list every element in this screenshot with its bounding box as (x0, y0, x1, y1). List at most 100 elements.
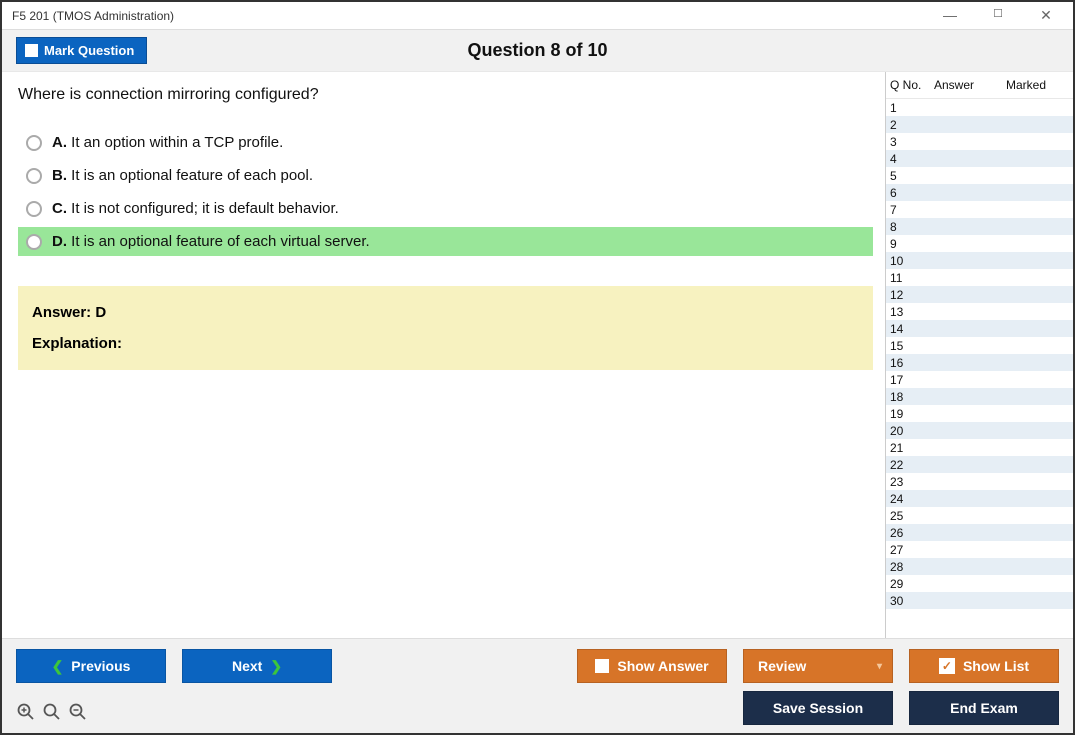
checkbox-icon (25, 44, 38, 57)
option-d[interactable]: D. It is an optional feature of each vir… (18, 227, 873, 256)
end-exam-label: End Exam (950, 700, 1018, 716)
qno-cell: 10 (890, 254, 934, 268)
next-button[interactable]: Next ❯ (182, 649, 332, 683)
list-item[interactable]: 22 (886, 456, 1073, 473)
options-list: A. It an option within a TCP profile. B. … (18, 128, 873, 260)
qno-cell: 29 (890, 577, 934, 591)
question-counter: Question 8 of 10 (467, 40, 607, 61)
list-item[interactable]: 8 (886, 218, 1073, 235)
list-item[interactable]: 14 (886, 320, 1073, 337)
qno-cell: 12 (890, 288, 934, 302)
maximize-icon[interactable]: ☐ (983, 7, 1013, 24)
side-list[interactable]: 1234567891011121314151617181920212223242… (886, 99, 1073, 638)
list-item[interactable]: 5 (886, 167, 1073, 184)
list-item[interactable]: 27 (886, 541, 1073, 558)
list-item[interactable]: 12 (886, 286, 1073, 303)
list-item[interactable]: 7 (886, 201, 1073, 218)
qno-cell: 28 (890, 560, 934, 574)
answer-box: Answer: D Explanation: (18, 286, 873, 370)
list-item[interactable]: 17 (886, 371, 1073, 388)
option-c[interactable]: C. It is not configured; it is default b… (18, 194, 873, 223)
list-item[interactable]: 4 (886, 150, 1073, 167)
minimize-icon[interactable]: — (935, 7, 965, 24)
review-dropdown[interactable]: Review ▾ (743, 649, 893, 683)
qno-cell: 14 (890, 322, 934, 336)
titlebar: F5 201 (TMOS Administration) — ☐ ✕ (2, 2, 1073, 30)
list-item[interactable]: 25 (886, 507, 1073, 524)
qno-cell: 17 (890, 373, 934, 387)
main-panel: Where is connection mirroring configured… (2, 72, 885, 638)
list-item[interactable]: 1 (886, 99, 1073, 116)
list-item[interactable]: 2 (886, 116, 1073, 133)
list-item[interactable]: 30 (886, 592, 1073, 609)
option-label: A. It an option within a TCP profile. (52, 134, 283, 151)
option-label: D. It is an optional feature of each vir… (52, 233, 370, 250)
previous-button[interactable]: ❮ Previous (16, 649, 166, 683)
list-item[interactable]: 29 (886, 575, 1073, 592)
end-exam-button[interactable]: End Exam (909, 691, 1059, 725)
qno-cell: 3 (890, 135, 934, 149)
window-title: F5 201 (TMOS Administration) (12, 9, 174, 23)
mark-question-button[interactable]: Mark Question (16, 37, 147, 64)
list-item[interactable]: 9 (886, 235, 1073, 252)
app-window: F5 201 (TMOS Administration) — ☐ ✕ Mark … (0, 0, 1075, 735)
list-item[interactable]: 26 (886, 524, 1073, 541)
list-item[interactable]: 11 (886, 269, 1073, 286)
qno-cell: 6 (890, 186, 934, 200)
header-marked: Marked (1006, 78, 1066, 92)
qno-cell: 9 (890, 237, 934, 251)
radio-icon[interactable] (26, 201, 42, 217)
qno-cell: 1 (890, 101, 934, 115)
option-b[interactable]: B. It is an optional feature of each poo… (18, 161, 873, 190)
option-a[interactable]: A. It an option within a TCP profile. (18, 128, 873, 157)
show-list-label: Show List (963, 658, 1029, 674)
list-item[interactable]: 16 (886, 354, 1073, 371)
list-item[interactable]: 23 (886, 473, 1073, 490)
qno-cell: 30 (890, 594, 934, 608)
list-item[interactable]: 3 (886, 133, 1073, 150)
radio-icon[interactable] (26, 135, 42, 151)
list-item[interactable]: 18 (886, 388, 1073, 405)
explanation-line: Explanation: (32, 335, 859, 352)
question-text: Where is connection mirroring configured… (18, 86, 885, 104)
zoom-out-icon[interactable] (68, 702, 88, 722)
header-answer: Answer (934, 78, 1006, 92)
show-answer-button[interactable]: Show Answer (577, 649, 727, 683)
previous-label: Previous (71, 658, 130, 674)
qno-cell: 19 (890, 407, 934, 421)
list-item[interactable]: 6 (886, 184, 1073, 201)
option-label: C. It is not configured; it is default b… (52, 200, 339, 217)
content-wrap: Where is connection mirroring configured… (2, 72, 1073, 638)
list-item[interactable]: 28 (886, 558, 1073, 575)
qno-cell: 7 (890, 203, 934, 217)
radio-icon[interactable] (26, 234, 42, 250)
qno-cell: 20 (890, 424, 934, 438)
list-item[interactable]: 20 (886, 422, 1073, 439)
close-icon[interactable]: ✕ (1031, 7, 1061, 24)
qno-cell: 22 (890, 458, 934, 472)
zoom-in-icon[interactable] (16, 702, 36, 722)
list-item[interactable]: 13 (886, 303, 1073, 320)
list-item[interactable]: 15 (886, 337, 1073, 354)
checkbox-icon (595, 659, 609, 673)
radio-icon[interactable] (26, 168, 42, 184)
list-item[interactable]: 19 (886, 405, 1073, 422)
qno-cell: 21 (890, 441, 934, 455)
qno-cell: 4 (890, 152, 934, 166)
chevron-right-icon: ❯ (270, 658, 282, 675)
list-item[interactable]: 24 (886, 490, 1073, 507)
zoom-reset-icon[interactable] (42, 702, 62, 722)
qno-cell: 26 (890, 526, 934, 540)
qno-cell: 8 (890, 220, 934, 234)
window-controls: — ☐ ✕ (935, 7, 1067, 24)
header-qno: Q No. (890, 78, 934, 92)
answer-line: Answer: D (32, 304, 859, 321)
chevron-left-icon: ❮ (52, 658, 64, 675)
show-list-button[interactable]: ✓ Show List (909, 649, 1059, 683)
qno-cell: 18 (890, 390, 934, 404)
list-item[interactable]: 21 (886, 439, 1073, 456)
save-session-button[interactable]: Save Session (743, 691, 893, 725)
question-list-panel: Q No. Answer Marked 12345678910111213141… (885, 72, 1073, 638)
qno-cell: 2 (890, 118, 934, 132)
list-item[interactable]: 10 (886, 252, 1073, 269)
